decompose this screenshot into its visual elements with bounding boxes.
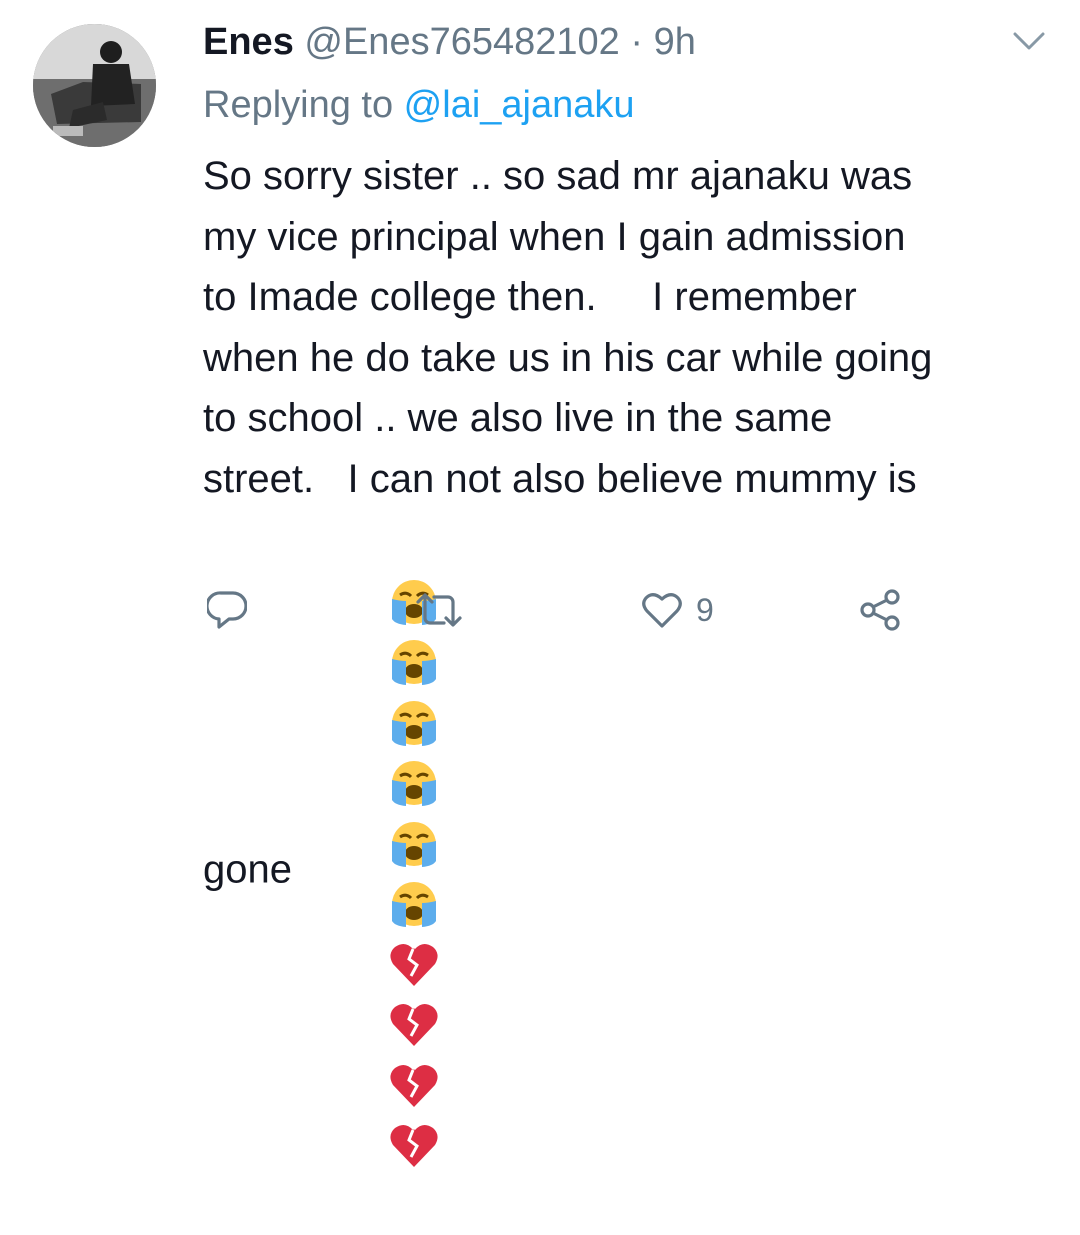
- tweet-text-line: to school .. we also live in the same: [203, 396, 833, 440]
- loudly-crying-face-icon: [391, 761, 436, 807]
- loudly-crying-face-icon: [391, 700, 436, 746]
- avatar-photo: [33, 24, 156, 147]
- tweet-text-line: So sorry sister .. so sad mr ajanaku was: [203, 154, 913, 198]
- broken-heart-icon: [390, 943, 438, 986]
- share-button[interactable]: [858, 582, 902, 638]
- broken-heart-icon: [390, 1125, 438, 1168]
- loudly-crying-face-icon: [391, 882, 436, 928]
- reply-mention-link[interactable]: @lai_ajanaku: [404, 84, 635, 126]
- avatar[interactable]: [33, 24, 156, 147]
- replying-to-label: Replying to: [203, 84, 404, 126]
- tweet-header: Enes @Enes765482102 · 9h: [203, 18, 696, 66]
- author-handle[interactable]: @Enes765482102: [304, 21, 619, 63]
- retweet-button[interactable]: [414, 582, 464, 638]
- like-button[interactable]: 9: [640, 582, 714, 638]
- author-name[interactable]: Enes: [203, 21, 294, 63]
- chevron-down-icon[interactable]: [1012, 30, 1046, 52]
- replying-to: Replying to @lai_ajanaku: [203, 81, 635, 129]
- tweet-text-line: street. I can not also believe mummy is: [203, 456, 917, 501]
- tweet-text-line: my vice principal when I gain admission: [203, 214, 906, 259]
- tweet-text-last-words: gone: [203, 847, 292, 892]
- retweet-icon: [416, 593, 462, 627]
- share-icon: [860, 589, 900, 631]
- like-count: 9: [696, 591, 714, 628]
- action-bar: 9: [0, 582, 1080, 638]
- broken-heart-icon: [390, 1004, 438, 1047]
- broken-heart-icon: [390, 1064, 438, 1107]
- reply-button[interactable]: [207, 582, 247, 638]
- tweet-text: So sorry sister .. so sad mr ajanaku was…: [203, 146, 1063, 1235]
- tweet-time[interactable]: 9h: [654, 21, 696, 63]
- tweet-text-line: to Imade college then. I remember: [203, 275, 857, 319]
- loudly-crying-face-icon: [391, 821, 436, 867]
- separator-dot: ·: [630, 21, 644, 63]
- tweet-text-line: when he do take us in his car while goin…: [203, 335, 933, 380]
- heart-icon: [642, 593, 682, 628]
- reply-icon: [207, 591, 247, 629]
- loudly-crying-face-icon: [391, 640, 436, 686]
